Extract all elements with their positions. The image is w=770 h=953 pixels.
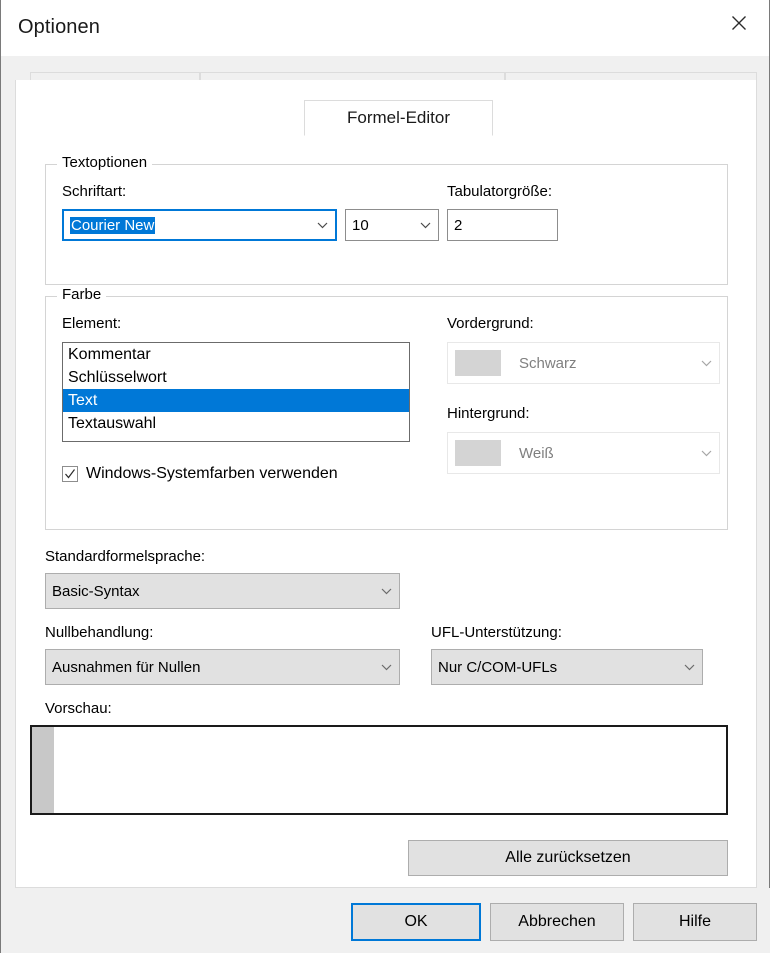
check-icon xyxy=(65,469,75,479)
help-label: Hilfe xyxy=(678,913,711,930)
use-system-colors-checkbox[interactable]: Windows-Systemfarben verwenden xyxy=(62,465,338,483)
chevron-down-icon xyxy=(693,359,719,367)
font-size-combobox[interactable]: 10 xyxy=(345,209,439,241)
null-handling-value: Ausnahmen für Nullen xyxy=(52,658,201,676)
background-color-combobox[interactable]: Weiß xyxy=(447,432,720,474)
tab-size-input[interactable]: 2 xyxy=(447,209,558,241)
label-nullbehandlung: Nullbehandlung: xyxy=(45,624,154,641)
preview-gutter xyxy=(32,727,54,813)
chevron-down-icon xyxy=(373,587,399,595)
background-color-swatch xyxy=(455,440,501,466)
font-family-combobox[interactable]: Courier New xyxy=(62,209,337,241)
background-color-value: Weiß xyxy=(519,444,554,462)
reset-all-button[interactable]: Alle zurücksetzen xyxy=(408,840,728,876)
label-vordergrund: Vordergrund: xyxy=(447,315,534,332)
reset-all-label: Alle zurücksetzen xyxy=(505,849,631,866)
label-tabulatorgroesse: Tabulatorgröße: xyxy=(447,183,553,200)
formel-editor-panel: Textoptionen Schriftart: Tabulatorgröße:… xyxy=(15,80,757,888)
foreground-color-combobox[interactable]: Schwarz xyxy=(447,342,720,384)
font-family-value: Courier New xyxy=(64,216,309,234)
ok-button[interactable]: OK xyxy=(351,903,481,941)
color-element-listbox[interactable]: Kommentar Schlüsselwort Text Textauswahl xyxy=(62,342,410,442)
chevron-down-icon xyxy=(373,663,399,671)
label-schriftart: Schriftart: xyxy=(62,183,127,200)
close-icon[interactable] xyxy=(709,0,769,46)
formula-preview-box[interactable]: Rem Eine Formel, die einen String-Wert z… xyxy=(30,725,728,815)
ufl-support-value: Nur C/COM-UFLs xyxy=(438,658,558,676)
tab-label: Formel-Editor xyxy=(347,108,450,127)
ufl-support-combobox[interactable]: Nur C/COM-UFLs xyxy=(431,649,703,685)
page-title: Optionen xyxy=(18,16,100,38)
list-item[interactable]: Schlüsselwort xyxy=(63,366,409,389)
chevron-down-icon xyxy=(693,449,719,457)
list-item[interactable]: Kommentar xyxy=(63,343,409,366)
use-system-colors-label: Windows-Systemfarben verwenden xyxy=(86,465,338,482)
chevron-down-icon xyxy=(412,221,438,229)
title-bar: Optionen xyxy=(1,0,769,56)
list-item[interactable]: Textauswahl xyxy=(63,412,409,435)
label-standardformelsprache: Standardformelsprache: xyxy=(45,548,206,565)
group-textoptionen: Textoptionen Schriftart: Tabulatorgröße:… xyxy=(45,154,728,285)
foreground-color-swatch xyxy=(455,350,501,376)
list-item[interactable]: Text xyxy=(63,389,409,412)
foreground-color-value: Schwarz xyxy=(519,354,577,372)
group-legend-textoptionen: Textoptionen xyxy=(57,154,153,171)
cancel-button[interactable]: Abbrechen xyxy=(490,903,624,941)
cancel-label: Abbrechen xyxy=(518,913,596,930)
chevron-down-icon xyxy=(309,221,335,229)
ok-label: OK xyxy=(404,913,428,930)
group-farbe: Farbe Element: Kommentar Schlüsselwort T… xyxy=(45,286,728,530)
checkbox-box xyxy=(62,466,78,482)
font-family-selected-text: Courier New xyxy=(70,216,156,234)
dialog-footer: OK Abbrechen Hilfe xyxy=(1,888,770,953)
help-button[interactable]: Hilfe xyxy=(633,903,757,941)
tab-size-value: 2 xyxy=(454,216,463,234)
label-vorschau: Vorschau: xyxy=(45,700,112,717)
label-hintergrund: Hintergrund: xyxy=(447,405,530,422)
code-line: Rem Eine Formel, die einen String-Wert z… xyxy=(54,784,726,813)
label-element: Element: xyxy=(62,315,122,332)
tab-formel-editor[interactable]: Formel-Editor xyxy=(304,100,493,136)
group-legend-farbe: Farbe xyxy=(57,286,107,303)
formula-language-combobox[interactable]: Basic-Syntax xyxy=(45,573,400,609)
label-ufl-unterstuetzung: UFL-Unterstützung: xyxy=(431,624,562,641)
chevron-down-icon xyxy=(676,663,702,671)
preview-code-area[interactable]: Rem Eine Formel, die einen String-Wert z… xyxy=(54,727,726,813)
font-size-value: 10 xyxy=(352,216,369,234)
options-dialog: Optionen Schriftarten Smarttag- & HTML-V… xyxy=(0,0,770,953)
formula-language-value: Basic-Syntax xyxy=(52,582,140,600)
null-handling-combobox[interactable]: Ausnahmen für Nullen xyxy=(45,649,400,685)
